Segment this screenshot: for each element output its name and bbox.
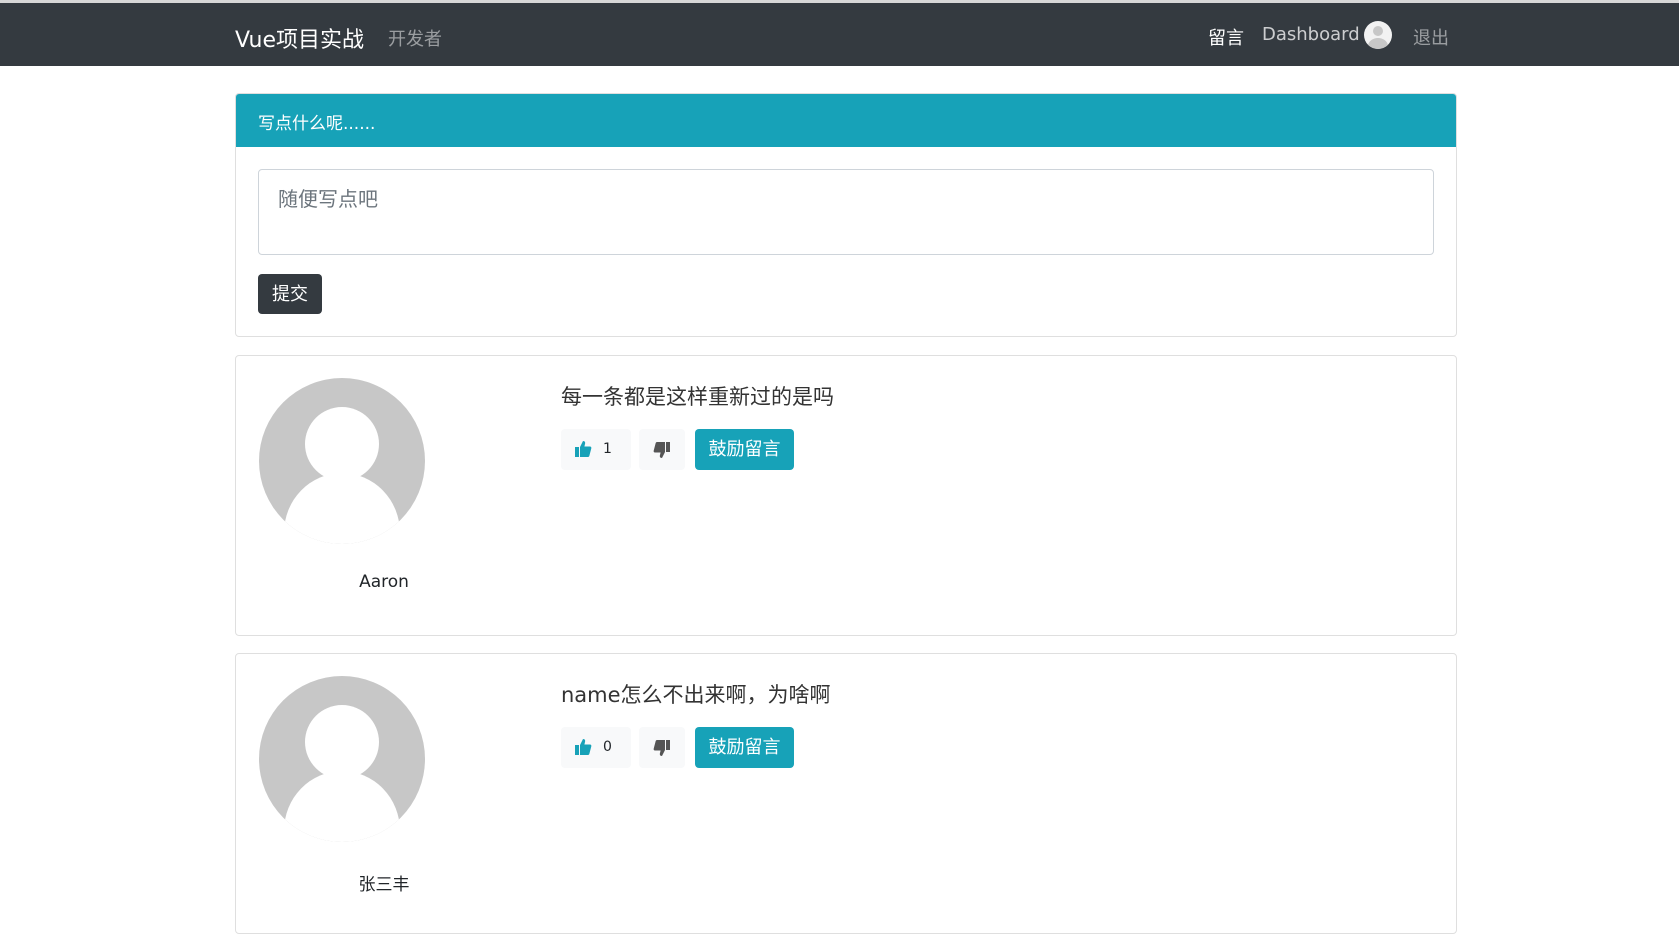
avatar-body-shape (284, 473, 400, 544)
like-button[interactable]: 0 (561, 727, 631, 768)
thumbs-up-icon (575, 441, 592, 457)
nav-link-dashboard[interactable]: Dashboard (1262, 24, 1360, 45)
author-avatar (259, 676, 425, 842)
author-avatar (259, 378, 425, 544)
thumbs-down-icon (653, 442, 670, 458)
encourage-button[interactable]: 鼓励留言 (695, 429, 794, 470)
message-card: Aaron 每一条都是这样重新过的是吗 1 鼓励留言 (235, 355, 1457, 636)
avatar-body-shape (284, 771, 400, 842)
message-text: 每一条都是这样重新过的是吗 (561, 385, 834, 409)
avatar-head-shape (305, 407, 379, 481)
thumbs-up-icon (575, 739, 592, 755)
nav-link-developer[interactable]: 开发者 (388, 25, 442, 51)
post-form-card: 写点什么呢...... 随便写点吧 提交 (235, 93, 1457, 337)
message-text: name怎么不出来啊，为啥啊 (561, 683, 831, 707)
like-button[interactable]: 1 (561, 429, 631, 470)
nav-link-messages[interactable]: 留言 (1208, 24, 1244, 50)
post-form-header: 写点什么呢...... (236, 94, 1456, 147)
avatar-body-shape (1368, 38, 1388, 49)
author-name: 张三丰 (358, 875, 410, 895)
user-avatar[interactable] (1364, 21, 1392, 49)
dislike-button[interactable] (639, 429, 685, 470)
navbar: Vue项目实战 开发者 留言 Dashboard 退出 (0, 3, 1679, 66)
message-card: 张三丰 name怎么不出来啊，为啥啊 0 鼓励留言 (235, 653, 1457, 934)
avatar-head-shape (305, 705, 379, 779)
thumbs-down-icon (653, 740, 670, 756)
encourage-button[interactable]: 鼓励留言 (695, 727, 794, 768)
avatar-head-shape (1373, 26, 1383, 36)
like-count: 0 (603, 739, 612, 755)
like-count: 1 (603, 441, 612, 457)
author-name: Aaron (359, 572, 409, 592)
dislike-button[interactable] (639, 727, 685, 768)
message-textarea[interactable]: 随便写点吧 (258, 169, 1434, 255)
submit-button[interactable]: 提交 (258, 274, 322, 314)
brand-link[interactable]: Vue项目实战 (235, 22, 364, 54)
nav-link-logout[interactable]: 退出 (1413, 24, 1449, 50)
